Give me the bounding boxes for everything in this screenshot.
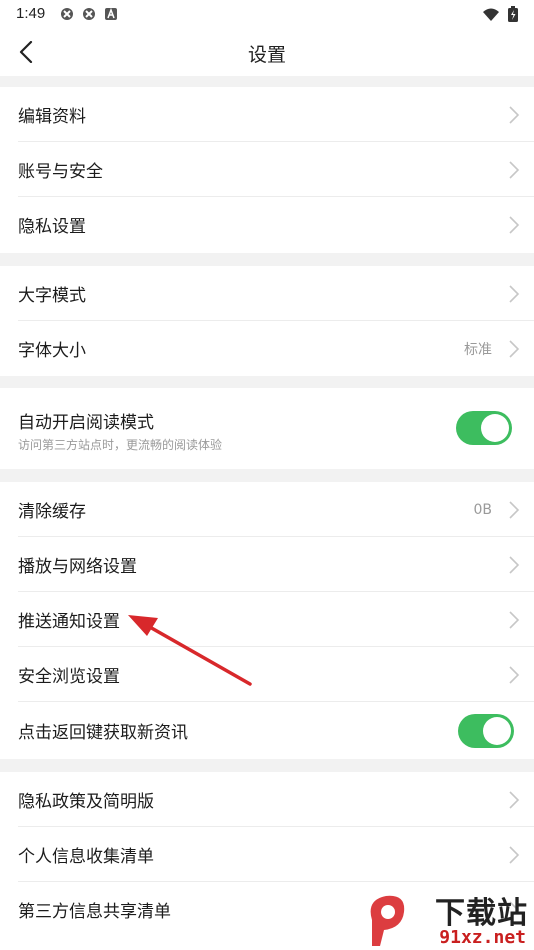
chevron-right-icon <box>509 105 520 124</box>
watermark-domain: 91xz.net <box>439 927 526 948</box>
chevron-right-icon <box>509 610 520 629</box>
playback-network-row[interactable]: 播放与网络设置 <box>0 537 534 592</box>
reading-mode-description: 访问第三方站点时，更流畅的阅读体验 <box>18 438 223 452</box>
font-size-value: 标准 <box>464 341 492 358</box>
back-refresh-label: 点击返回键获取新资讯 <box>18 723 188 743</box>
watermark-text: 下载站 <box>435 896 528 931</box>
clear-cache-row[interactable]: 清除缓存 0B <box>0 482 534 537</box>
app-notification-icon <box>60 6 74 20</box>
wifi-icon <box>482 7 500 26</box>
safe-browsing-label: 安全浏览设置 <box>18 667 120 687</box>
edit-profile-label: 编辑资料 <box>18 107 86 127</box>
app-notification-icon <box>82 6 96 20</box>
cache-size-value: 0B <box>473 501 492 518</box>
privacy-settings-row[interactable]: 隐私设置 <box>0 197 534 252</box>
display-settings-group: 大字模式 字体大小 标准 <box>0 266 534 376</box>
personal-info-list-label: 个人信息收集清单 <box>18 847 154 867</box>
toggle-knob <box>481 414 509 442</box>
reading-mode-group: 自动开启阅读模式 访问第三方站点时，更流畅的阅读体验 <box>0 388 534 469</box>
push-notification-label: 推送通知设置 <box>18 612 120 632</box>
chevron-right-icon <box>509 790 520 809</box>
chevron-right-icon <box>509 339 520 358</box>
page-title: 设置 <box>247 44 286 66</box>
app-notification-icon <box>104 6 118 20</box>
privacy-policy-label: 隐私政策及简明版 <box>18 792 154 812</box>
reading-mode-label: 自动开启阅读模式 <box>18 413 154 433</box>
clear-cache-label: 清除缓存 <box>18 502 86 522</box>
edit-profile-row[interactable]: 编辑资料 <box>0 87 534 142</box>
font-size-label: 字体大小 <box>18 341 86 361</box>
large-text-mode-label: 大字模式 <box>18 286 86 306</box>
safe-browsing-row[interactable]: 安全浏览设置 <box>0 647 534 702</box>
divider <box>18 701 534 702</box>
push-notification-row[interactable]: 推送通知设置 <box>0 592 534 647</box>
watermark-logo: 下载站 91xz.net <box>362 888 532 950</box>
privacy-settings-label: 隐私设置 <box>18 217 86 237</box>
account-security-row[interactable]: 账号与安全 <box>0 142 534 197</box>
general-settings-group: 清除缓存 0B 播放与网络设置 推送通知设置 安全浏览设置 点击返回键获取新资讯 <box>0 482 534 759</box>
chevron-right-icon <box>509 215 520 234</box>
battery-icon <box>508 6 518 26</box>
toggle-knob <box>483 717 511 745</box>
chevron-right-icon <box>509 555 520 574</box>
chevron-right-icon <box>509 160 520 179</box>
chevron-right-icon <box>509 500 520 519</box>
back-refresh-row: 点击返回键获取新资讯 <box>0 703 534 758</box>
status-time: 1:49 <box>16 5 46 22</box>
watermark-emblem <box>370 895 405 946</box>
account-security-label: 账号与安全 <box>18 162 103 182</box>
status-bar: 1:49 <box>0 0 534 28</box>
chevron-right-icon <box>509 284 520 303</box>
chevron-right-icon <box>509 845 520 864</box>
personal-info-list-row[interactable]: 个人信息收集清单 <box>0 827 534 882</box>
chevron-right-icon <box>509 665 520 684</box>
title-bar: 设置 <box>0 28 534 76</box>
privacy-policy-row[interactable]: 隐私政策及简明版 <box>0 772 534 827</box>
reading-mode-toggle[interactable] <box>456 411 512 445</box>
status-system-icons <box>482 6 518 26</box>
third-party-sharing-label: 第三方信息共享清单 <box>18 902 171 922</box>
account-settings-group: 编辑资料 账号与安全 隐私设置 <box>0 87 534 253</box>
font-size-row[interactable]: 字体大小 标准 <box>0 321 534 376</box>
status-notification-icons <box>60 6 118 20</box>
large-text-mode-row[interactable]: 大字模式 <box>0 266 534 321</box>
back-refresh-toggle[interactable] <box>458 714 514 748</box>
playback-network-label: 播放与网络设置 <box>18 557 137 577</box>
